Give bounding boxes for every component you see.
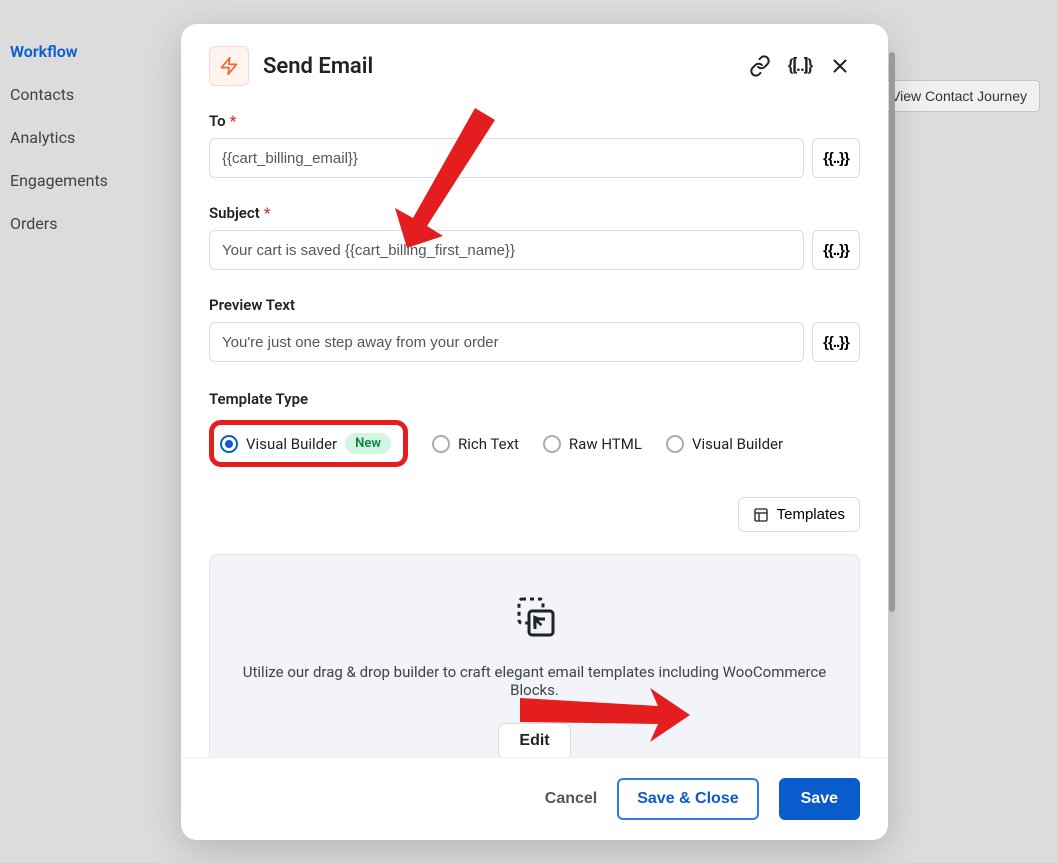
link-icon[interactable] — [740, 46, 780, 86]
subject-merge-tag-button[interactable]: {{..}} — [812, 230, 860, 270]
send-email-modal: Send Email {[..]} To* {{..}} Subject* {{… — [181, 24, 888, 840]
save-button[interactable]: Save — [779, 778, 860, 820]
cancel-button[interactable]: Cancel — [545, 790, 597, 808]
templates-button[interactable]: Templates — [738, 497, 860, 532]
merge-tag-icon[interactable]: {[..]} — [780, 46, 820, 86]
modal-footer: Cancel Save & Close Save — [181, 757, 888, 840]
to-input[interactable] — [209, 138, 804, 178]
subject-input[interactable] — [209, 230, 804, 270]
template-radio-visual-builder-new[interactable]: Visual Builder New — [220, 433, 391, 454]
to-label: To* — [209, 112, 860, 130]
radio-icon — [543, 435, 561, 453]
radio-label: Visual Builder — [692, 435, 783, 453]
radio-icon — [432, 435, 450, 453]
radio-icon — [666, 435, 684, 453]
radio-label: Rich Text — [458, 435, 519, 453]
nav-analytics[interactable]: Analytics — [8, 116, 158, 159]
save-and-close-button[interactable]: Save & Close — [617, 778, 758, 820]
action-bolt-icon — [209, 46, 249, 86]
nav-workflow[interactable]: Workflow — [8, 30, 158, 73]
to-merge-tag-button[interactable]: {{..}} — [812, 138, 860, 178]
preview-merge-tag-button[interactable]: {{..}} — [812, 322, 860, 362]
template-type-label: Template Type — [209, 390, 860, 408]
close-icon[interactable] — [820, 46, 860, 86]
visual-builder-highlighted: Visual Builder New — [209, 420, 408, 467]
new-badge: New — [345, 433, 391, 454]
templates-icon — [753, 507, 769, 523]
radio-label: Raw HTML — [569, 435, 642, 453]
templates-button-label: Templates — [777, 506, 845, 523]
builder-description: Utilize our drag & drop builder to craft… — [230, 663, 839, 699]
nav-orders[interactable]: Orders — [8, 202, 158, 245]
nav-engagements[interactable]: Engagements — [8, 159, 158, 202]
builder-promo-box: Utilize our drag & drop builder to craft… — [209, 554, 860, 757]
modal-header: Send Email {[..]} — [181, 24, 888, 96]
drag-drop-icon — [230, 593, 839, 645]
radio-checked-icon — [220, 435, 238, 453]
view-contact-journey-button[interactable]: View Contact Journey — [878, 80, 1040, 112]
template-radio-rich-text[interactable]: Rich Text — [432, 435, 519, 453]
modal-title: Send Email — [263, 54, 740, 79]
radio-label: Visual Builder — [246, 435, 337, 453]
preview-text-input[interactable] — [209, 322, 804, 362]
template-radio-raw-html[interactable]: Raw HTML — [543, 435, 642, 453]
edit-button[interactable]: Edit — [498, 723, 570, 757]
subject-label: Subject* — [209, 204, 860, 222]
sidebar-nav: Workflow Contacts Analytics Engagements … — [8, 30, 158, 245]
template-radio-visual-builder[interactable]: Visual Builder — [666, 435, 783, 453]
modal-body: To* {{..}} Subject* {{..}} Preview Text … — [181, 96, 888, 757]
preview-text-label: Preview Text — [209, 296, 860, 314]
modal-scrollbar[interactable] — [889, 52, 895, 612]
nav-contacts[interactable]: Contacts — [8, 73, 158, 116]
